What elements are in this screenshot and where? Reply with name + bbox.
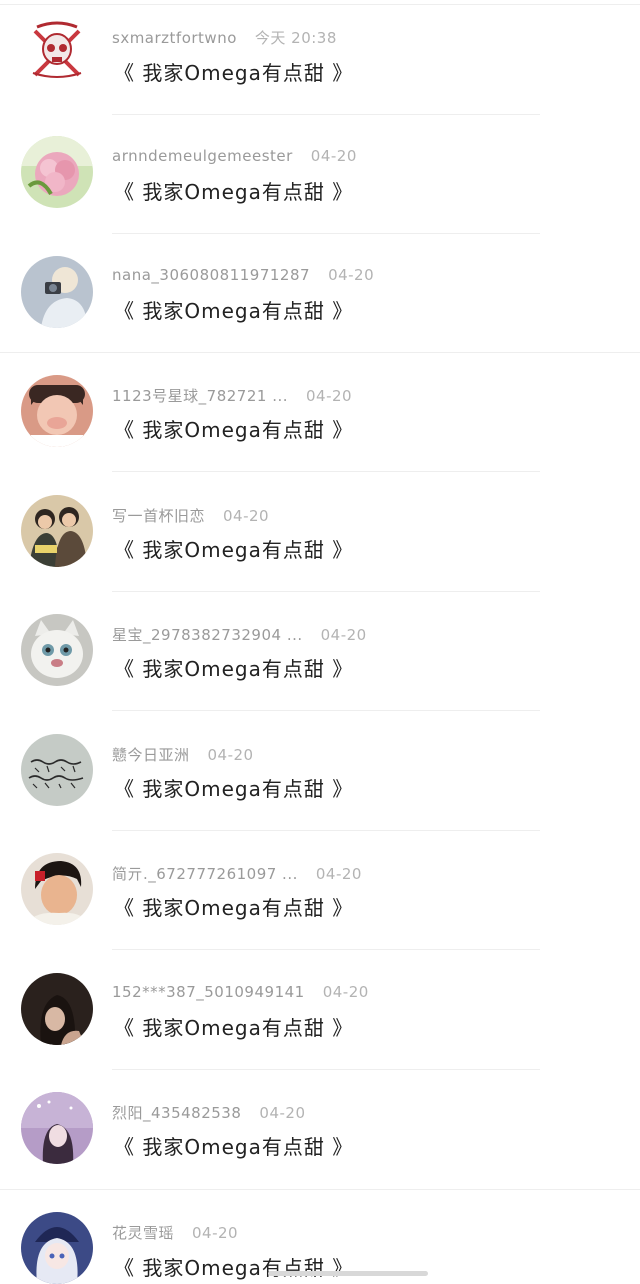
purple-girl-icon: [21, 1092, 93, 1164]
divider: [112, 710, 540, 711]
avatar[interactable]: [21, 136, 93, 208]
avatar[interactable]: [21, 734, 93, 806]
divider: [112, 830, 540, 831]
dark-girl-icon: [21, 973, 93, 1045]
comment-meta: nana_306080811971287 04-20: [112, 266, 374, 284]
divider: [112, 471, 540, 472]
comment-item[interactable]: 简亓._672777261097 ... 04-20 《 我家Omega有点甜 》: [0, 835, 640, 955]
comment-meta: 烈阳_435482538 04-20: [112, 1102, 306, 1123]
username[interactable]: arnndemeulgemeester: [112, 147, 293, 165]
avatar[interactable]: [21, 1212, 93, 1284]
timestamp: 04-20: [259, 1104, 306, 1122]
comment-item[interactable]: sxmarztfortwno 今天 20:38 《 我家Omega有点甜 》: [0, 0, 640, 120]
comment-text: 《 我家Omega有点甜 》: [114, 418, 354, 442]
comment-item[interactable]: 烈阳_435482538 04-20 《 我家Omega有点甜 》: [0, 1074, 640, 1194]
laughing-boy-icon: [21, 375, 93, 447]
comment-meta: 152***387_5010949141 04-20: [112, 983, 369, 1001]
white-cat-icon: [21, 614, 93, 686]
comment-text: 《 我家Omega有点甜 》: [114, 896, 354, 920]
comment-text: 《 我家Omega有点甜 》: [114, 657, 354, 681]
comment-text: 《 我家Omega有点甜 》: [114, 777, 354, 801]
boy-portrait-icon: [21, 853, 93, 925]
comment-meta: arnndemeulgemeester 04-20: [112, 147, 357, 165]
avatar[interactable]: [21, 495, 93, 567]
comment-meta: 戆今日亚洲 04-20: [112, 744, 254, 765]
divider: [112, 233, 540, 234]
username[interactable]: 戆今日亚洲: [112, 746, 190, 764]
username[interactable]: 烈阳_435482538: [112, 1104, 241, 1122]
avatar[interactable]: [21, 256, 93, 328]
comment-item[interactable]: 152***387_5010949141 04-20 《 我家Omega有点甜 》: [0, 955, 640, 1075]
comment-meta: 星宝_2978382732904 ... 04-20: [112, 624, 367, 645]
username[interactable]: 花灵雪瑶: [112, 1224, 174, 1242]
divider: [112, 949, 540, 950]
timestamp: 04-20: [310, 147, 357, 165]
timestamp: 04-20: [192, 1224, 239, 1242]
avatar[interactable]: [21, 614, 93, 686]
avatar[interactable]: [21, 853, 93, 925]
comment-meta: 写一首杯旧恋 04-20: [112, 505, 269, 526]
timestamp: 04-20: [207, 746, 254, 764]
comment-item[interactable]: 星宝_2978382732904 ... 04-20 《 我家Omega有点甜 》: [0, 596, 640, 716]
home-indicator: [268, 1271, 428, 1276]
username[interactable]: 1123号星球_782721 ...: [112, 387, 288, 405]
comment-text: 《 我家Omega有点甜 》: [114, 1016, 354, 1040]
timestamp: 04-20: [320, 626, 367, 644]
avatar[interactable]: [21, 1092, 93, 1164]
timestamp: 04-20: [223, 507, 270, 525]
anime-girl-icon: [21, 1212, 93, 1284]
timestamp: 04-20: [328, 266, 375, 284]
avatar[interactable]: [21, 375, 93, 447]
username[interactable]: 写一首杯旧恋: [112, 507, 205, 525]
timestamp: 04-20: [315, 865, 362, 883]
two-boys-icon: [21, 495, 93, 567]
comment-item[interactable]: 花灵雪瑶 04-20 《 我家Omega有点甜 》: [0, 1194, 640, 1284]
pink-flower-icon: [21, 136, 93, 208]
username[interactable]: nana_306080811971287: [112, 266, 310, 284]
comment-meta: 简亓._672777261097 ... 04-20: [112, 863, 362, 884]
username[interactable]: 152***387_5010949141: [112, 983, 305, 1001]
username[interactable]: 简亓._672777261097 ...: [112, 865, 298, 883]
comment-text: 《 我家Omega有点甜 》: [114, 180, 354, 204]
comment-meta: 花灵雪瑶 04-20: [112, 1222, 238, 1243]
comment-text: 《 我家Omega有点甜 》: [114, 299, 354, 323]
divider: [0, 1189, 640, 1190]
avatar[interactable]: [21, 17, 93, 89]
comment-meta: 1123号星球_782721 ... 04-20: [112, 385, 352, 406]
timestamp: 今天 20:38: [254, 29, 337, 47]
timestamp: 04-20: [306, 387, 353, 405]
divider: [112, 114, 540, 115]
username[interactable]: 星宝_2978382732904 ...: [112, 626, 303, 644]
handwriting-icon: [21, 734, 93, 806]
divider: [112, 591, 540, 592]
skull-logo-icon: [21, 17, 93, 89]
comment-text: 《 我家Omega有点甜 》: [114, 61, 354, 85]
comment-item[interactable]: 1123号星球_782721 ... 04-20 《 我家Omega有点甜 》: [0, 357, 640, 477]
comment-item[interactable]: nana_306080811971287 04-20 《 我家Omega有点甜 》: [0, 238, 640, 358]
comment-item[interactable]: arnndemeulgemeester 04-20 《 我家Omega有点甜 》: [0, 119, 640, 239]
username[interactable]: sxmarztfortwno: [112, 29, 237, 47]
avatar[interactable]: [21, 973, 93, 1045]
divider: [0, 352, 640, 353]
comment-text: 《 我家Omega有点甜 》: [114, 538, 354, 562]
timestamp: 04-20: [322, 983, 369, 1001]
divider: [112, 1069, 540, 1070]
comment-item[interactable]: 写一首杯旧恋 04-20 《 我家Omega有点甜 》: [0, 477, 640, 597]
comment-item[interactable]: 戆今日亚洲 04-20 《 我家Omega有点甜 》: [0, 716, 640, 836]
comment-meta: sxmarztfortwno 今天 20:38: [112, 27, 337, 48]
comment-text: 《 我家Omega有点甜 》: [114, 1135, 354, 1159]
photographer-icon: [21, 256, 93, 328]
